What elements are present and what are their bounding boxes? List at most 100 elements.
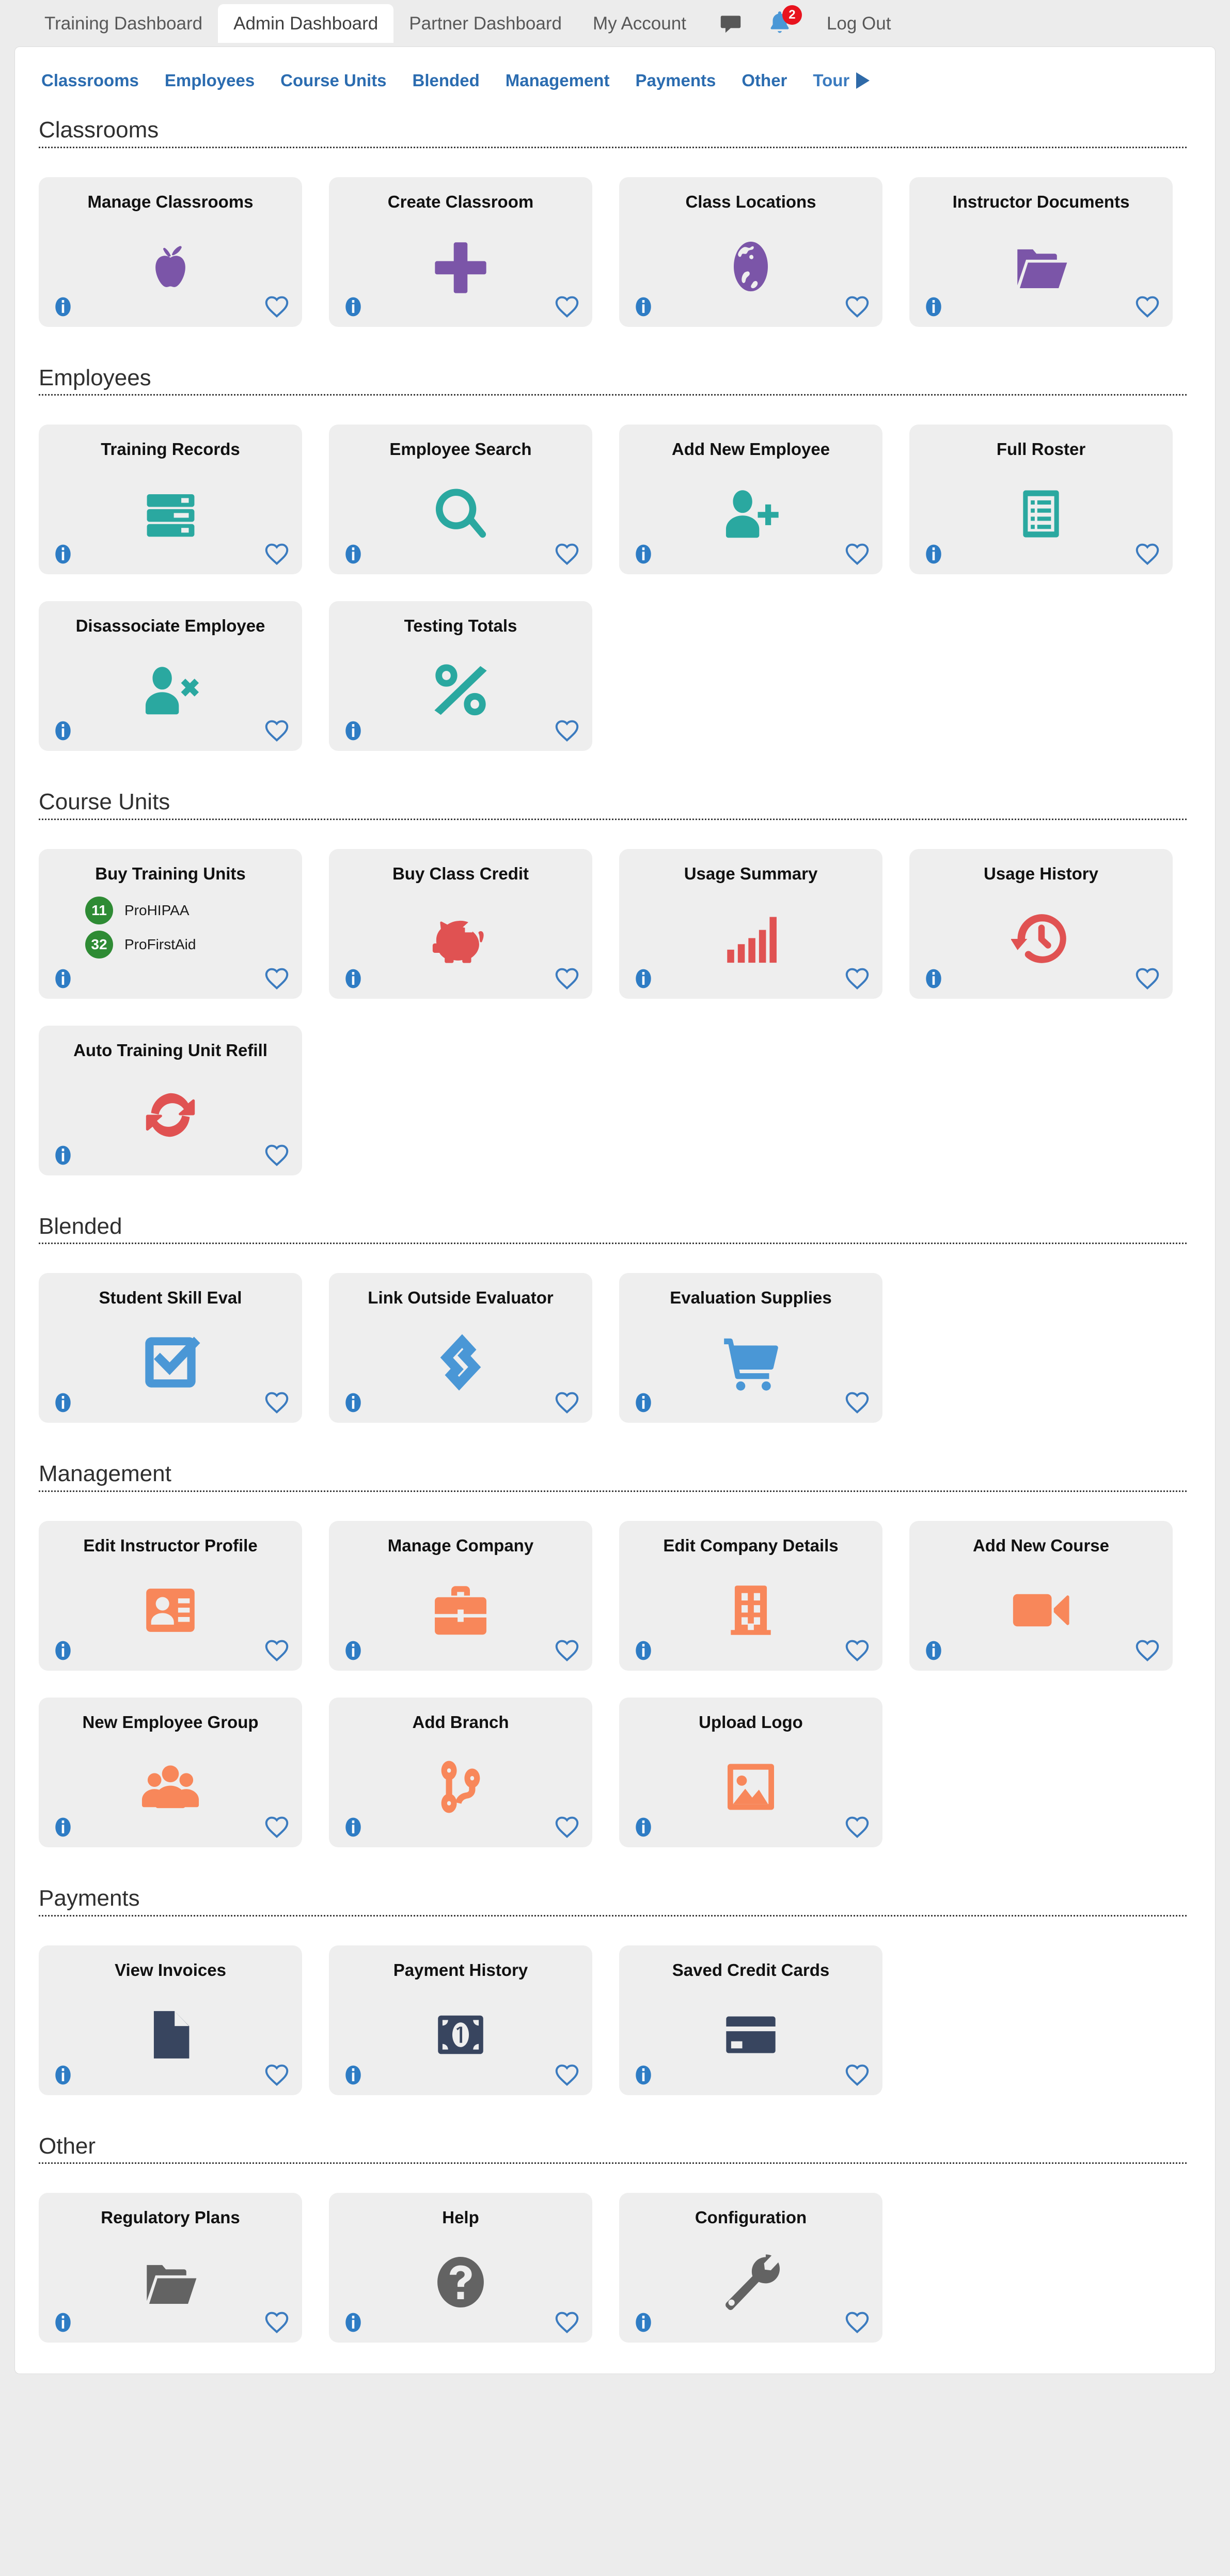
- favorite-heart-icon[interactable]: [555, 968, 579, 989]
- favorite-heart-icon[interactable]: [555, 1816, 579, 1839]
- info-icon[interactable]: [52, 2064, 74, 2086]
- favorite-heart-icon[interactable]: [265, 296, 289, 318]
- favorite-heart-icon[interactable]: [555, 1392, 579, 1414]
- anchor-link-other[interactable]: Other: [729, 71, 800, 90]
- favorite-heart-icon[interactable]: [845, 1640, 869, 1662]
- favorite-heart-icon[interactable]: [265, 1640, 289, 1662]
- dashboard-card[interactable]: Auto Training Unit Refill: [39, 1025, 302, 1175]
- favorite-heart-icon[interactable]: [555, 296, 579, 318]
- info-icon[interactable]: [342, 2312, 364, 2333]
- favorite-heart-icon[interactable]: [1136, 968, 1159, 989]
- favorite-heart-icon[interactable]: [265, 968, 289, 989]
- info-icon[interactable]: [342, 1640, 364, 1661]
- dashboard-card[interactable]: Manage Classrooms: [39, 177, 302, 327]
- anchor-link-employees[interactable]: Employees: [152, 71, 267, 90]
- info-icon[interactable]: [633, 2064, 654, 2086]
- info-icon[interactable]: [342, 1392, 364, 1413]
- topnav-item-admin-dashboard[interactable]: Admin Dashboard: [218, 4, 394, 43]
- info-icon[interactable]: [633, 543, 654, 565]
- info-icon[interactable]: [633, 296, 654, 318]
- dashboard-card[interactable]: Manage Company: [329, 1520, 592, 1671]
- favorite-heart-icon[interactable]: [265, 1816, 289, 1839]
- dashboard-card[interactable]: Training Records: [39, 425, 302, 575]
- dashboard-card[interactable]: Usage Summary: [619, 849, 882, 999]
- tour-link[interactable]: Tour: [800, 71, 882, 90]
- dashboard-card[interactable]: Buy Training Units 11 ProHIPAA 32 ProFirstAi…: [39, 849, 302, 999]
- anchor-link-management[interactable]: Management: [493, 71, 623, 90]
- info-icon[interactable]: [52, 1144, 74, 1166]
- dashboard-card[interactable]: Class Locations: [619, 177, 882, 327]
- dashboard-card[interactable]: Disassociate Employee: [39, 601, 302, 751]
- favorite-heart-icon[interactable]: [265, 2064, 289, 2086]
- dashboard-card[interactable]: Full Roster: [909, 425, 1173, 575]
- dashboard-card[interactable]: Testing Totals: [329, 601, 592, 751]
- info-icon[interactable]: [633, 1392, 654, 1413]
- topnav-item-my-account[interactable]: My Account: [577, 4, 702, 43]
- favorite-heart-icon[interactable]: [265, 2312, 289, 2334]
- info-icon[interactable]: [342, 1816, 364, 1838]
- favorite-heart-icon[interactable]: [1136, 543, 1159, 566]
- favorite-heart-icon[interactable]: [265, 1144, 289, 1166]
- info-icon[interactable]: [923, 968, 944, 989]
- info-icon[interactable]: [342, 296, 364, 318]
- info-icon[interactable]: [633, 968, 654, 989]
- anchor-link-classrooms[interactable]: Classrooms: [28, 71, 152, 90]
- favorite-heart-icon[interactable]: [845, 2064, 869, 2086]
- favorite-heart-icon[interactable]: [265, 720, 289, 742]
- favorite-heart-icon[interactable]: [265, 543, 289, 566]
- info-icon[interactable]: [52, 1392, 74, 1413]
- favorite-heart-icon[interactable]: [1136, 296, 1159, 318]
- info-icon[interactable]: [52, 968, 74, 989]
- info-icon[interactable]: [633, 2312, 654, 2333]
- favorite-heart-icon[interactable]: [845, 968, 869, 989]
- favorite-heart-icon[interactable]: [1136, 1640, 1159, 1662]
- favorite-heart-icon[interactable]: [845, 543, 869, 566]
- dashboard-card[interactable]: Help: [329, 2193, 592, 2343]
- anchor-link-payments[interactable]: Payments: [622, 71, 729, 90]
- notification-bell-icon[interactable]: 2: [766, 5, 802, 38]
- dashboard-card[interactable]: Edit Instructor Profile: [39, 1520, 302, 1671]
- anchor-link-course-units[interactable]: Course Units: [267, 71, 399, 90]
- dashboard-card[interactable]: Configuration: [619, 2193, 882, 2343]
- anchor-link-blended[interactable]: Blended: [400, 71, 493, 90]
- dashboard-card[interactable]: Add Branch: [329, 1697, 592, 1847]
- dashboard-card[interactable]: New Employee Group: [39, 1697, 302, 1847]
- favorite-heart-icon[interactable]: [555, 1640, 579, 1662]
- dashboard-card[interactable]: Edit Company Details: [619, 1520, 882, 1671]
- dashboard-card[interactable]: Buy Class Credit: [329, 849, 592, 999]
- dashboard-card[interactable]: Instructor Documents: [909, 177, 1173, 327]
- dashboard-card[interactable]: Saved Credit Cards: [619, 1945, 882, 2095]
- info-icon[interactable]: [633, 1816, 654, 1838]
- dashboard-card[interactable]: Payment History: [329, 1945, 592, 2095]
- info-icon[interactable]: [342, 968, 364, 989]
- chat-bubble-icon[interactable]: [719, 13, 742, 34]
- dashboard-card[interactable]: Student Skill Eval: [39, 1273, 302, 1423]
- favorite-heart-icon[interactable]: [845, 296, 869, 318]
- info-icon[interactable]: [52, 720, 74, 742]
- info-icon[interactable]: [923, 296, 944, 318]
- dashboard-card[interactable]: Evaluation Supplies: [619, 1273, 882, 1423]
- info-icon[interactable]: [52, 1640, 74, 1661]
- favorite-heart-icon[interactable]: [555, 720, 579, 742]
- topnav-item-partner-dashboard[interactable]: Partner Dashboard: [393, 4, 577, 43]
- favorite-heart-icon[interactable]: [845, 2312, 869, 2334]
- dashboard-card[interactable]: Link Outside Evaluator: [329, 1273, 592, 1423]
- topnav-item-training-dashboard[interactable]: Training Dashboard: [29, 4, 218, 43]
- info-icon[interactable]: [342, 543, 364, 565]
- dashboard-card[interactable]: Add New Course: [909, 1520, 1173, 1671]
- info-icon[interactable]: [52, 1816, 74, 1838]
- favorite-heart-icon[interactable]: [265, 1392, 289, 1414]
- info-icon[interactable]: [923, 1640, 944, 1661]
- dashboard-card[interactable]: View Invoices: [39, 1945, 302, 2095]
- info-icon[interactable]: [633, 1640, 654, 1661]
- favorite-heart-icon[interactable]: [555, 543, 579, 566]
- favorite-heart-icon[interactable]: [845, 1392, 869, 1414]
- dashboard-card[interactable]: Add New Employee: [619, 425, 882, 575]
- info-icon[interactable]: [342, 2064, 364, 2086]
- favorite-heart-icon[interactable]: [555, 2064, 579, 2086]
- info-icon[interactable]: [52, 543, 74, 565]
- dashboard-card[interactable]: Usage History: [909, 849, 1173, 999]
- favorite-heart-icon[interactable]: [845, 1816, 869, 1839]
- favorite-heart-icon[interactable]: [555, 2312, 579, 2334]
- dashboard-card[interactable]: Create Classroom: [329, 177, 592, 327]
